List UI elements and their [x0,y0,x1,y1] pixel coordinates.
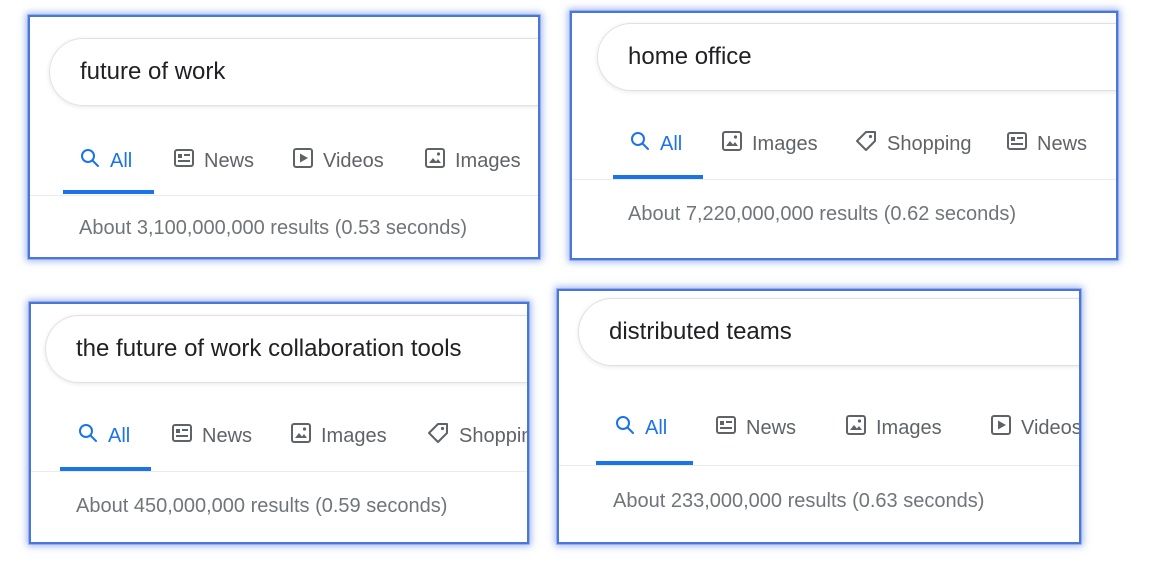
result-stats: About 7,220,000,000 results (0.62 second… [628,203,1017,225]
tab-label: News [204,149,255,172]
image-icon [846,415,876,441]
image-icon [722,131,752,157]
tab-label: Images [752,132,818,155]
search-icon [80,148,110,174]
search-icon [78,423,108,449]
active-tab-indicator [63,190,154,194]
search-box[interactable]: the future of work collaboration tools [45,315,527,383]
image-icon [425,148,455,174]
tab-label: All [645,416,668,439]
image-icon [291,423,321,449]
news-icon [172,424,202,448]
result-stats: About 3,100,000,000 results (0.53 second… [79,217,468,239]
search-panel-collaboration-tools: the future of work collaboration tools A… [29,302,529,544]
tab-news[interactable]: News [172,414,252,458]
search-icon [615,415,645,441]
tab-shopping[interactable]: Shopping [855,122,972,166]
tab-images[interactable]: Images [846,406,942,450]
tab-label: All [108,424,131,447]
search-panel-future-of-work: future of work All News Videos Images Ab… [28,15,540,259]
divider [559,465,1079,466]
tab-videos[interactable]: Videos [293,139,384,183]
search-panel-distributed-teams: distributed teams All News Images Videos… [557,289,1081,544]
tab-images[interactable]: Images [722,122,818,166]
tab-label: News [202,424,253,447]
news-icon [716,416,746,440]
divider [30,195,538,196]
tab-label: Shopping [459,424,527,447]
divider [572,179,1116,180]
tab-label: News [746,416,797,439]
search-box[interactable]: future of work [49,38,538,106]
tab-label: Shopping [887,132,972,155]
tab-all[interactable]: All [615,406,667,450]
tab-news[interactable]: News [716,406,796,450]
search-box[interactable]: distributed teams [578,298,1079,366]
search-box[interactable]: home office [597,23,1116,91]
tab-news[interactable]: News [1007,122,1087,166]
search-panel-home-office: home office All Images Shopping News Abo… [570,11,1118,260]
tag-icon [855,130,887,158]
tab-all[interactable]: All [80,139,132,183]
result-stats: About 233,000,000 results (0.63 seconds) [613,490,985,512]
news-icon [174,149,204,173]
tab-label: All [660,132,683,155]
tab-label: Videos [323,149,384,172]
search-query[interactable]: the future of work collaboration tools [76,335,462,363]
tab-label: Videos [1021,416,1081,439]
tab-all[interactable]: All [630,122,682,166]
tag-icon [427,422,459,450]
tab-videos[interactable]: Videos [991,406,1081,450]
search-query[interactable]: future of work [80,58,225,86]
divider [31,471,527,472]
tab-label: Images [876,416,942,439]
search-query[interactable]: distributed teams [609,318,792,346]
tab-label: Images [321,424,387,447]
tab-label: All [110,149,133,172]
news-icon [1007,132,1037,156]
tab-shopping[interactable]: Shopping [427,414,527,458]
video-icon [293,148,323,174]
tab-news[interactable]: News [174,139,254,183]
search-icon [630,131,660,157]
search-query[interactable]: home office [628,43,752,71]
tab-all[interactable]: All [78,414,130,458]
result-stats: About 450,000,000 results (0.59 seconds) [76,495,448,517]
tab-label: Images [455,149,521,172]
tab-images[interactable]: Images [425,139,521,183]
video-icon [991,415,1021,441]
tab-label: News [1037,132,1088,155]
tab-images[interactable]: Images [291,414,387,458]
